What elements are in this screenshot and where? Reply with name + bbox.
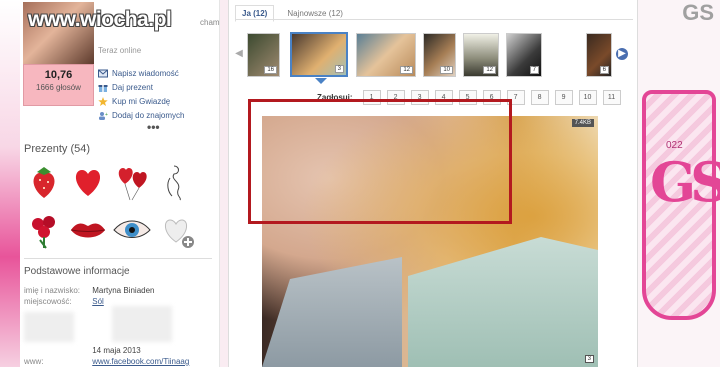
buy-star-label: Kup mi Gwiazdę <box>112 96 171 106</box>
lips-icon[interactable] <box>68 210 108 250</box>
highlight-box <box>248 99 512 224</box>
rose-bouquet-icon[interactable] <box>24 210 64 250</box>
info-row-city: miejscowość: Sól <box>24 297 214 306</box>
prev-arrow-icon[interactable]: ◀ <box>234 48 244 60</box>
site-watermark: www.wiocha.pl <box>28 8 172 31</box>
buy-star-link[interactable]: Kup mi Gwiazdę <box>98 94 184 108</box>
star-icon <box>98 96 108 106</box>
blurred-area <box>24 312 74 342</box>
vote-11[interactable]: 11 <box>602 90 621 105</box>
photo-thumbnail[interactable]: 6 <box>586 33 612 77</box>
gift-icon <box>98 84 108 92</box>
photo-thumbnail[interactable]: 12 <box>356 33 416 77</box>
photo-region <box>262 257 402 367</box>
score-box: 10,76 1666 głosów <box>23 64 94 106</box>
city-key: miejscowość: <box>24 297 72 306</box>
info-row-name: imię i nazwisko: Martyna Biniaden <box>24 286 214 295</box>
name-key: imię i nazwisko: <box>24 286 81 295</box>
add-friend-icon: + <box>99 111 108 120</box>
blurred-area <box>112 306 172 342</box>
basic-info-title: Podstawowe informacje <box>24 266 130 277</box>
date-value: 14 maja 2013 <box>92 346 141 355</box>
section-divider <box>24 258 212 259</box>
gift-grid <box>24 162 200 250</box>
city-value[interactable]: Sól <box>92 297 104 306</box>
svg-text:+: + <box>105 112 108 118</box>
selected-pointer <box>315 78 327 84</box>
add-gift-icon[interactable] <box>156 210 196 250</box>
send-message-link[interactable]: Napisz wiadomość <box>98 66 184 80</box>
photo-thumbnail[interactable]: 12 <box>463 33 499 77</box>
heart-icon[interactable] <box>68 162 108 202</box>
vote-9[interactable]: 9 <box>554 90 573 105</box>
right-decoration: GS 022 GS <box>636 0 720 367</box>
balloon-hearts-icon[interactable] <box>112 162 152 202</box>
photo-thumbnail-active[interactable]: 3 <box>290 32 348 77</box>
add-friend-link[interactable]: + Dodaj do znajomych <box>98 108 184 122</box>
send-message-label: Napisz wiadomość <box>112 68 179 78</box>
www-key: www: <box>24 357 44 366</box>
give-gift-link[interactable]: Daj prezent <box>98 80 184 94</box>
strawberry-icon[interactable] <box>24 162 64 202</box>
next-arrow-icon[interactable]: ▶ <box>616 48 628 60</box>
photo-panel: Ja (12) Najnowsze (12) ◀ 16 3 12 10 12 7… <box>228 0 638 367</box>
photo-thumbnail[interactable]: 16 <box>247 33 280 77</box>
profile-actions: Napisz wiadomość Daj prezent Kup mi Gwia… <box>98 66 184 122</box>
corner-logo: GS <box>682 0 714 25</box>
crest-letters: GS <box>650 150 720 214</box>
give-gift-label: Daj prezent <box>112 82 153 92</box>
photo-thumbnail[interactable]: 10 <box>423 33 456 77</box>
figure-sketch-icon[interactable] <box>156 162 196 202</box>
eye-icon[interactable] <box>112 210 152 250</box>
vote-8[interactable]: 8 <box>530 90 549 105</box>
photo-region <box>408 237 598 367</box>
name-value: Martyna Biniaden <box>92 286 155 295</box>
score-value: 10,76 <box>44 69 73 81</box>
add-friend-label: Dodaj do znajomych <box>112 110 185 120</box>
photo-corner-badge: 3 <box>584 355 594 363</box>
tab-underline <box>235 19 633 20</box>
photo-size-badge: 7.4KB <box>571 119 594 127</box>
www-link[interactable]: www.facebook.com/Tiinaag <box>92 357 189 366</box>
photo-thumbnail[interactable]: 7 <box>506 33 542 77</box>
gifts-title: Prezenty (54) <box>24 143 91 155</box>
profile-sidebar: www.wiocha.pl cham 10,76 1666 głosów Ter… <box>20 0 220 367</box>
online-status: Teraz online <box>98 46 142 55</box>
cham-text: cham <box>200 18 220 27</box>
info-row-date: 14 maja 2013 <box>24 346 214 355</box>
vote-10[interactable]: 10 <box>578 90 597 105</box>
info-row-www: www: www.facebook.com/Tiinaag <box>24 357 214 366</box>
envelope-icon <box>98 69 108 77</box>
left-decoration <box>0 0 20 367</box>
more-button[interactable]: ••• <box>147 120 160 134</box>
vote-count: 1666 głosów <box>36 83 81 92</box>
